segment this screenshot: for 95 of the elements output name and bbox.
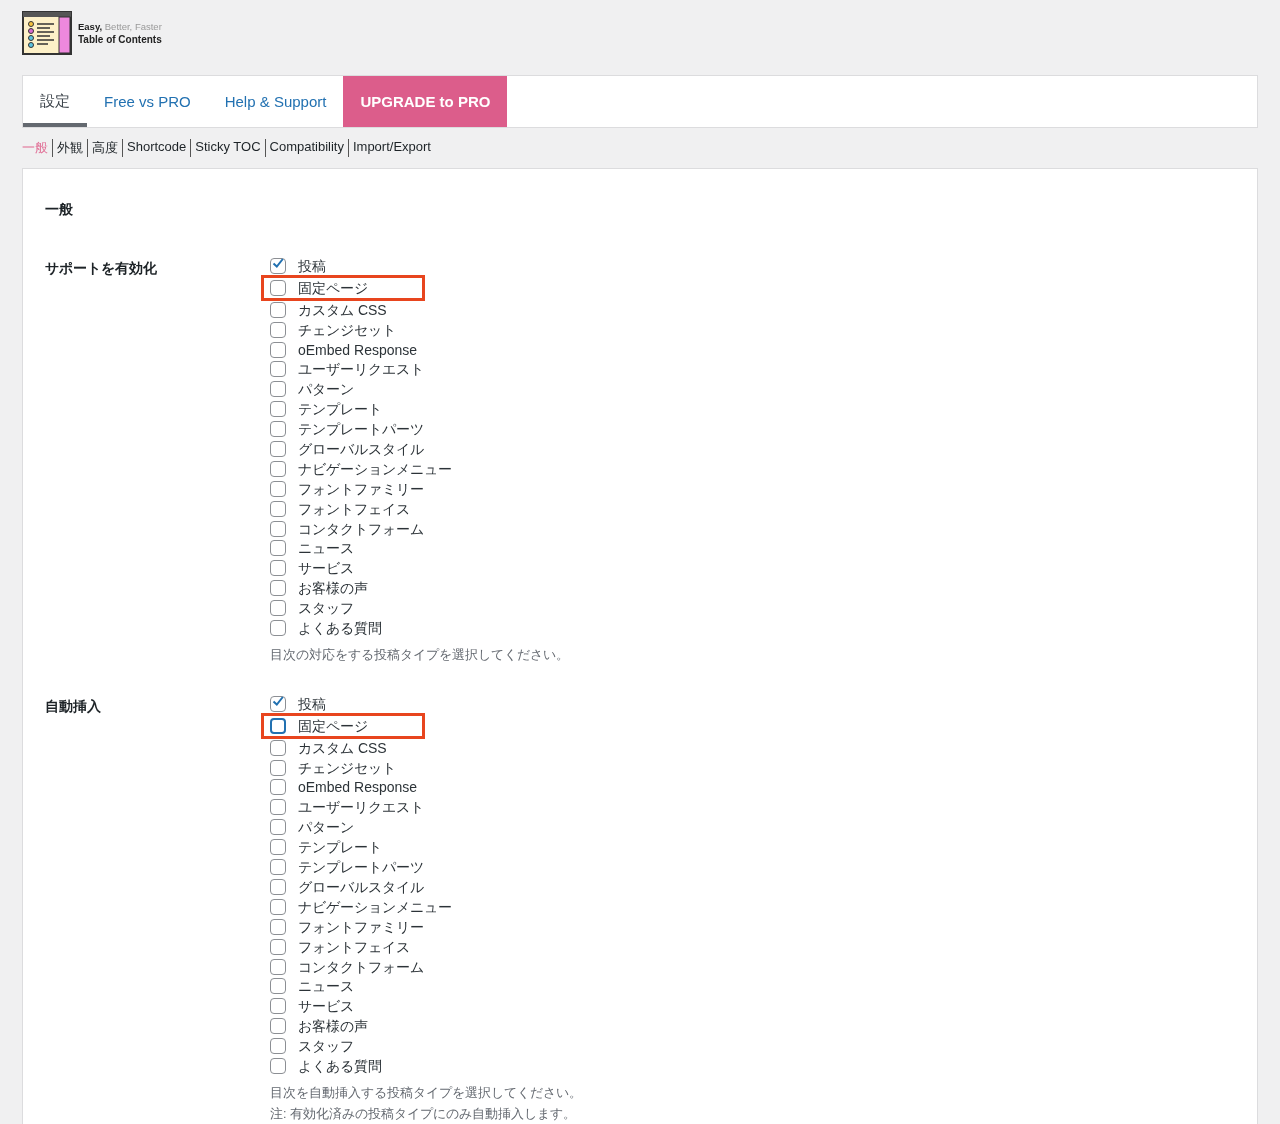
checkbox[interactable] — [270, 381, 286, 398]
option-label: ナビゲーションメニュー — [298, 898, 452, 915]
logo-icon — [22, 11, 72, 55]
subnav-link[interactable]: Shortcode — [122, 139, 187, 157]
option-label: ナビゲーションメニュー — [298, 460, 452, 477]
checkbox[interactable] — [270, 441, 286, 457]
checkbox[interactable] — [270, 898, 286, 915]
option-label: 固定ページ — [298, 717, 368, 734]
option-label: カスタム CSS — [298, 301, 387, 318]
option-label: 投稿 — [298, 695, 326, 712]
checkbox[interactable] — [270, 401, 286, 418]
option-label: フォントフェイス — [298, 500, 410, 517]
checkbox[interactable] — [270, 1018, 286, 1035]
option-label: チェンジセット — [298, 759, 396, 776]
checkbox[interactable] — [270, 520, 286, 537]
option-label: ニュース — [298, 540, 354, 557]
option-label: グローバルスタイル — [298, 878, 424, 895]
option-label: テンプレート — [298, 401, 382, 418]
section-title: 一般 — [45, 201, 74, 219]
help-text: 目次を自動挿入する投稿タイプを選択してください。 — [270, 1083, 582, 1102]
option-label: フォントファミリー — [298, 918, 424, 935]
checkbox[interactable] — [270, 540, 286, 557]
checkbox[interactable] — [270, 695, 286, 712]
subnav-link[interactable]: 高度 — [87, 139, 118, 157]
checkbox[interactable] — [270, 341, 286, 358]
option-label: ユーザーリクエスト — [298, 361, 424, 378]
option-label: oEmbed Response — [298, 779, 418, 796]
option-label: お客様の声 — [298, 1018, 368, 1035]
checkbox[interactable] — [270, 560, 286, 577]
nav-tab[interactable]: 設定 — [23, 76, 87, 127]
option-label: テンプレートパーツ — [298, 859, 424, 876]
checkbox[interactable] — [270, 739, 286, 756]
checkbox[interactable] — [270, 759, 286, 776]
checkbox[interactable] — [270, 1057, 286, 1074]
checkbox[interactable] — [270, 859, 286, 876]
option-label: ユーザーリクエスト — [298, 799, 424, 816]
option-label: スタッフ — [298, 600, 354, 617]
option-label: フォントフェイス — [298, 938, 410, 955]
option-label: コンタクトフォーム — [298, 958, 424, 975]
option-label: グローバルスタイル — [298, 441, 424, 457]
help-text: 目次の対応をする投稿タイプを選択してください。 — [270, 645, 569, 664]
checkbox[interactable] — [270, 717, 286, 734]
checkbox[interactable] — [270, 779, 286, 796]
option-label: コンタクトフォーム — [298, 520, 424, 537]
option-label: 投稿 — [298, 258, 326, 274]
option-label: カスタム CSS — [298, 739, 387, 756]
checkbox[interactable] — [270, 500, 286, 517]
subnav-link[interactable]: Import/Export — [347, 139, 431, 157]
option-label: パターン — [298, 381, 354, 398]
nav-tab[interactable]: UPGRADE to PRO — [343, 76, 508, 127]
checkbox[interactable] — [270, 279, 286, 296]
option-label: サービス — [298, 560, 354, 577]
nav-tab[interactable]: Free vs PRO — [87, 76, 208, 127]
help-text: 注: 有効化済みの投稿タイプにのみ自動挿入します。 — [270, 1105, 577, 1123]
option-label: チェンジセット — [298, 321, 396, 338]
checkbox[interactable] — [270, 998, 286, 1015]
option-label: ニュース — [298, 978, 354, 995]
option-label: テンプレートパーツ — [298, 421, 424, 438]
checkbox[interactable] — [270, 460, 286, 477]
checkbox[interactable] — [270, 620, 286, 637]
logo-title: Table of Contents — [78, 34, 162, 45]
nav-tab[interactable]: Help & Support — [207, 76, 344, 127]
option-label: お客様の声 — [298, 580, 368, 597]
checkbox[interactable] — [270, 878, 286, 895]
subnav-link[interactable]: 外観 — [52, 139, 83, 157]
setting-label: サポートを有効化 — [45, 259, 158, 278]
option-label: フォントファミリー — [298, 480, 424, 497]
checkbox[interactable] — [270, 301, 286, 318]
option-label: テンプレート — [298, 839, 382, 856]
option-label: よくある質問 — [298, 1057, 382, 1074]
checkbox[interactable] — [270, 600, 286, 617]
option-label: oEmbed Response — [298, 341, 418, 358]
checkbox[interactable] — [270, 361, 286, 378]
checkbox[interactable] — [270, 918, 286, 935]
subnav-link[interactable]: Sticky TOC — [190, 139, 261, 157]
option-label: 固定ページ — [298, 279, 368, 296]
checkbox[interactable] — [270, 819, 286, 836]
checkbox[interactable] — [270, 580, 286, 597]
checkbox[interactable] — [270, 321, 286, 338]
logo-tagline: Easy, Better, Faster — [78, 21, 162, 32]
checkbox[interactable] — [270, 480, 286, 497]
checkbox[interactable] — [270, 421, 286, 438]
setting-label: 自動挿入 — [45, 696, 102, 716]
checkbox[interactable] — [270, 839, 286, 856]
checkbox[interactable] — [270, 958, 286, 975]
checkbox[interactable] — [270, 799, 286, 816]
checkbox[interactable] — [270, 258, 286, 274]
subnav-link[interactable]: Compatibility — [264, 139, 344, 157]
option-label: よくある質問 — [298, 620, 382, 637]
option-label: スタッフ — [298, 1038, 354, 1055]
checkbox[interactable] — [270, 978, 286, 995]
option-label: パターン — [298, 819, 354, 836]
checkbox[interactable] — [270, 938, 286, 955]
option-label: サービス — [298, 998, 354, 1015]
checkbox[interactable] — [270, 1038, 286, 1055]
